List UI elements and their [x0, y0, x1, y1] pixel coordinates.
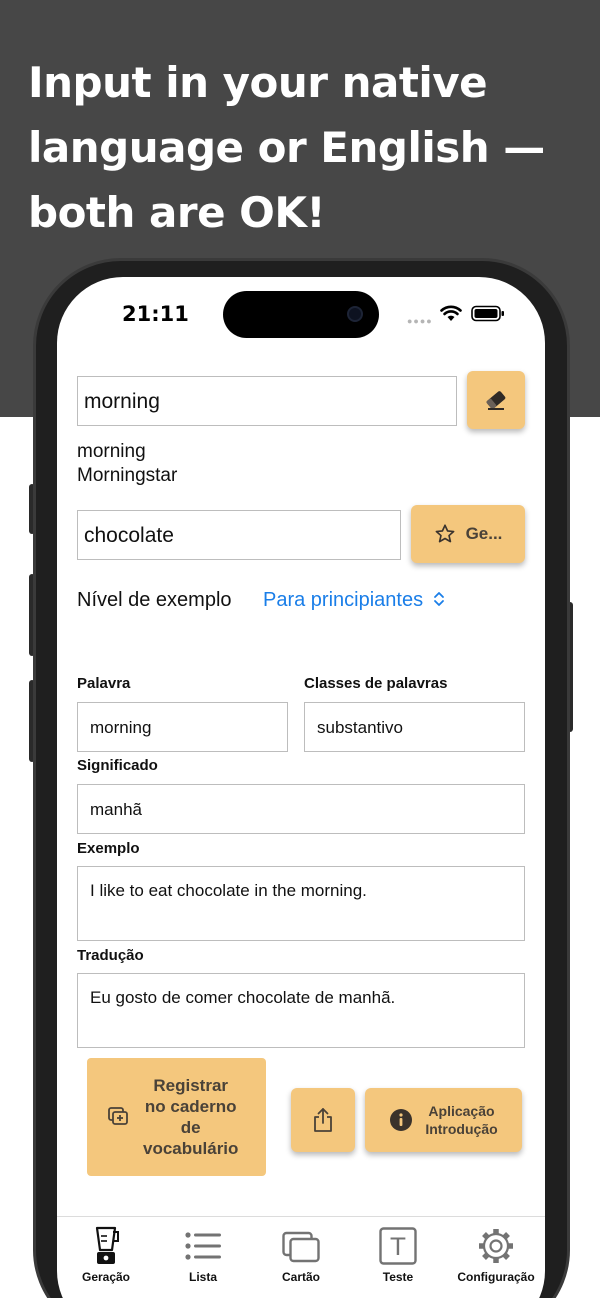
battery-icon: [471, 305, 504, 322]
info-icon: [390, 1109, 413, 1131]
tab-settings[interactable]: Configuração: [446, 1226, 546, 1284]
wifi-icon: [440, 305, 462, 321]
gear-icon: [479, 1229, 513, 1263]
search-input[interactable]: morning: [77, 376, 457, 426]
register-line-2: no caderno: [144, 1097, 237, 1116]
word-label: Palavra: [77, 675, 131, 692]
text-box-icon: T: [379, 1227, 417, 1265]
register-line-3: de: [180, 1118, 201, 1137]
tab-test[interactable]: T Teste: [348, 1226, 448, 1284]
tab-generation[interactable]: Geração: [56, 1226, 156, 1284]
intro-line-2: Introdução: [425, 1121, 498, 1137]
meaning-field[interactable]: manhã: [77, 784, 525, 834]
share-icon: [314, 1108, 332, 1132]
level-picker-value: Para principiantes: [263, 589, 424, 611]
tab-card-label: Cartão: [281, 1270, 320, 1284]
status-time: 21:11: [122, 302, 189, 326]
tab-generation-label: Geração: [81, 1270, 131, 1284]
generate-button[interactable]: Ge...: [411, 505, 525, 563]
suggestion-item-2[interactable]: Morningstar: [77, 465, 177, 487]
context-input[interactable]: chocolate: [77, 510, 401, 560]
tab-list[interactable]: Lista: [153, 1226, 253, 1284]
level-picker[interactable]: Para principiantes: [263, 589, 445, 612]
register-vocabulary-button[interactable]: Registrar no caderno de vocabulário: [87, 1058, 266, 1176]
cards-icon: [282, 1231, 320, 1263]
headline-line-3: both are OK!: [28, 188, 326, 237]
add-to-collection-icon: [108, 1107, 128, 1125]
translation-label: Tradução: [77, 947, 144, 964]
register-line-4: vocabulário: [143, 1139, 239, 1158]
word-field[interactable]: morning: [77, 702, 288, 752]
share-button[interactable]: [291, 1088, 355, 1152]
generate-button-label: Ge...: [465, 524, 503, 543]
list-icon: [185, 1232, 221, 1260]
cellular-signal-icon: ●●●●: [407, 316, 433, 326]
suggestion-item-1[interactable]: morning: [77, 441, 146, 463]
word-class-label: Classes de palavras: [304, 675, 448, 692]
tab-test-label: Teste: [382, 1270, 414, 1284]
headline: Input in your native language or English…: [28, 50, 568, 245]
example-label: Exemplo: [77, 840, 140, 857]
chevron-up-down-icon: [433, 592, 444, 606]
tab-list-label: Lista: [188, 1270, 217, 1284]
camera-icon: [347, 306, 363, 322]
text-box-glyph: T: [390, 1233, 406, 1261]
example-field[interactable]: I like to eat chocolate in the morning.: [77, 866, 525, 941]
headline-line-1: Input in your native: [28, 58, 488, 107]
tab-bar-divider: [57, 1216, 545, 1217]
translation-field[interactable]: Eu gosto de comer chocolate de manhã.: [77, 973, 525, 1048]
star-icon: [435, 524, 455, 543]
level-label: Nível de exemplo: [77, 589, 232, 611]
register-line-1: Registrar: [153, 1076, 229, 1095]
word-class-field[interactable]: substantivo: [304, 702, 525, 752]
tab-card[interactable]: Cartão: [251, 1226, 351, 1284]
blender-icon: [95, 1226, 119, 1264]
tab-settings-label: Configuração: [457, 1270, 535, 1284]
headline-line-2: language or English —: [28, 123, 545, 172]
intro-line-1: Aplicação: [428, 1103, 495, 1119]
app-intro-button[interactable]: Aplicação Introdução: [365, 1088, 522, 1152]
meaning-label: Significado: [77, 757, 158, 774]
eraser-icon: [486, 391, 506, 410]
clear-button[interactable]: [467, 371, 525, 429]
